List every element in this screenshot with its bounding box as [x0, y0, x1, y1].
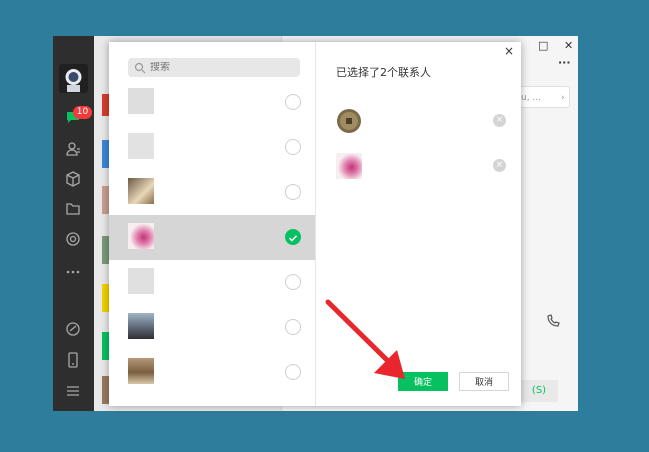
red-arrow-annotation — [325, 299, 405, 379]
